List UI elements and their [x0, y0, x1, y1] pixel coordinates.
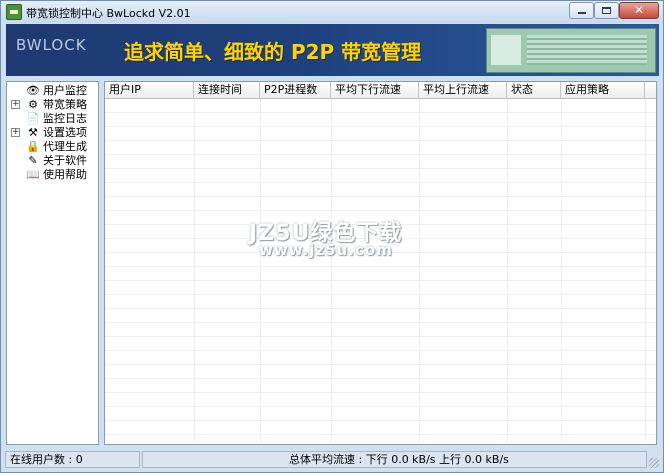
- column-header-connect-time[interactable]: 连接时间: [194, 82, 260, 98]
- grid-row-line: [105, 420, 656, 421]
- banner-logo: BWLOCK: [16, 36, 87, 54]
- tree-item-user-monitor[interactable]: 👁 用户监控: [7, 84, 99, 98]
- banner-slogan: 追求简单、细致的 P2P 带宽管理: [124, 40, 422, 64]
- grid-row-line: [105, 364, 656, 365]
- grid-row-line: [105, 266, 656, 267]
- grid-row-line: [105, 350, 656, 351]
- column-header-policy[interactable]: 应用策略: [561, 82, 645, 98]
- grid-row-line: [105, 322, 656, 323]
- document-icon: 📄: [26, 112, 40, 125]
- grid-row-line: [105, 182, 656, 183]
- grid-row-line: [105, 112, 656, 113]
- window-title: 带宽锁控制中心 BwLockd V2.01: [26, 7, 191, 20]
- tree-item-label: 带宽策略: [43, 98, 87, 111]
- grid-row-line: [105, 196, 656, 197]
- tree-item-label: 监控日志: [43, 112, 87, 125]
- pencil-icon: ✎: [28, 154, 38, 167]
- grid-row-line: [105, 140, 656, 141]
- grid-row-line: [105, 280, 656, 281]
- banner: BWLOCK 追求简单、细致的 P2P 带宽管理: [6, 24, 659, 76]
- status-bar: 在线用户数 : 0 总体平均流速 : 下行 0.0 kB/s 上行 0.0 kB…: [3, 450, 661, 470]
- banner-thumb-grid: [527, 35, 647, 65]
- grid-row-line: [105, 406, 656, 407]
- tree-item-label: 用户监控: [43, 84, 87, 97]
- tree-item-label: 代理生成: [43, 140, 87, 153]
- status-avg-speed: 总体平均流速 : 下行 0.0 kB/s 上行 0.0 kB/s: [142, 451, 647, 468]
- column-header-p2p-count[interactable]: P2P进程数: [260, 82, 331, 98]
- tree-item-bandwidth-policy[interactable]: + ⚙ 带宽策略: [7, 98, 99, 112]
- tree-item-proxy-generate[interactable]: 🔒 代理生成: [7, 140, 99, 154]
- tree-item-label: 设置选项: [43, 126, 87, 139]
- maximize-button[interactable]: [594, 2, 619, 19]
- close-button[interactable]: ✕: [619, 2, 659, 19]
- app-window: 带宽锁控制中心 BwLockd V2.01 ✕ BWLOCK 追求简单、细致的 …: [0, 0, 664, 473]
- grid-row-line: [105, 168, 656, 169]
- column-header-avg-up[interactable]: 平均上行流速: [419, 82, 507, 98]
- grid-row-line: [105, 434, 656, 435]
- status-online-users: 在线用户数 : 0: [5, 451, 140, 468]
- eye-icon: 👁: [26, 84, 40, 97]
- gear-icon: ⚙: [28, 98, 38, 111]
- expand-toggle[interactable]: +: [11, 128, 20, 137]
- resize-grip-icon[interactable]: [649, 458, 659, 468]
- tools-icon: ⚒: [28, 126, 38, 139]
- watermark-url: www.jz5u.com: [259, 241, 393, 259]
- expand-toggle[interactable]: +: [11, 100, 20, 109]
- banner-thumb-panel: [491, 35, 521, 65]
- banner-screenshot-image: [486, 28, 656, 73]
- tree-item-monitor-log[interactable]: 📄 监控日志: [7, 112, 99, 126]
- column-header-status[interactable]: 状态: [507, 82, 561, 98]
- tree-item-label: 使用帮助: [43, 168, 87, 181]
- table-grid: [105, 99, 656, 444]
- minimize-button[interactable]: [569, 2, 594, 19]
- tree-item-help[interactable]: 📖 使用帮助: [7, 168, 99, 182]
- column-header-avg-down[interactable]: 平均下行流速: [331, 82, 419, 98]
- book-icon: 📖: [26, 168, 40, 181]
- close-icon: ✕: [633, 3, 645, 17]
- lock-icon: 🔒: [26, 140, 40, 153]
- user-table[interactable]: 用户IP 连接时间 P2P进程数 平均下行流速 平均上行流速 状态 应用策略: [104, 81, 657, 445]
- app-icon: [6, 4, 22, 20]
- maximize-icon: [602, 7, 611, 14]
- grid-row-line: [105, 210, 656, 211]
- navigation-tree: 👁 用户监控 + ⚙ 带宽策略 📄 监控日志 + ⚒ 设置选项 🔒 代理生成 ✎…: [6, 81, 99, 445]
- grid-row-line: [105, 392, 656, 393]
- tree-item-about[interactable]: ✎ 关于软件: [7, 154, 99, 168]
- minimize-icon: [578, 12, 586, 14]
- grid-row-line: [105, 336, 656, 337]
- tree-item-settings[interactable]: + ⚒ 设置选项: [7, 126, 99, 140]
- title-bar[interactable]: 带宽锁控制中心 BwLockd V2.01 ✕: [1, 1, 663, 23]
- column-header-user-ip[interactable]: 用户IP: [105, 82, 194, 98]
- grid-row-line: [105, 378, 656, 379]
- grid-row-line: [105, 294, 656, 295]
- tree-item-label: 关于软件: [43, 154, 87, 167]
- grid-row-line: [105, 154, 656, 155]
- grid-row-line: [105, 126, 656, 127]
- table-header: 用户IP 连接时间 P2P进程数 平均下行流速 平均上行流速 状态 应用策略: [105, 82, 656, 99]
- grid-row-line: [105, 308, 656, 309]
